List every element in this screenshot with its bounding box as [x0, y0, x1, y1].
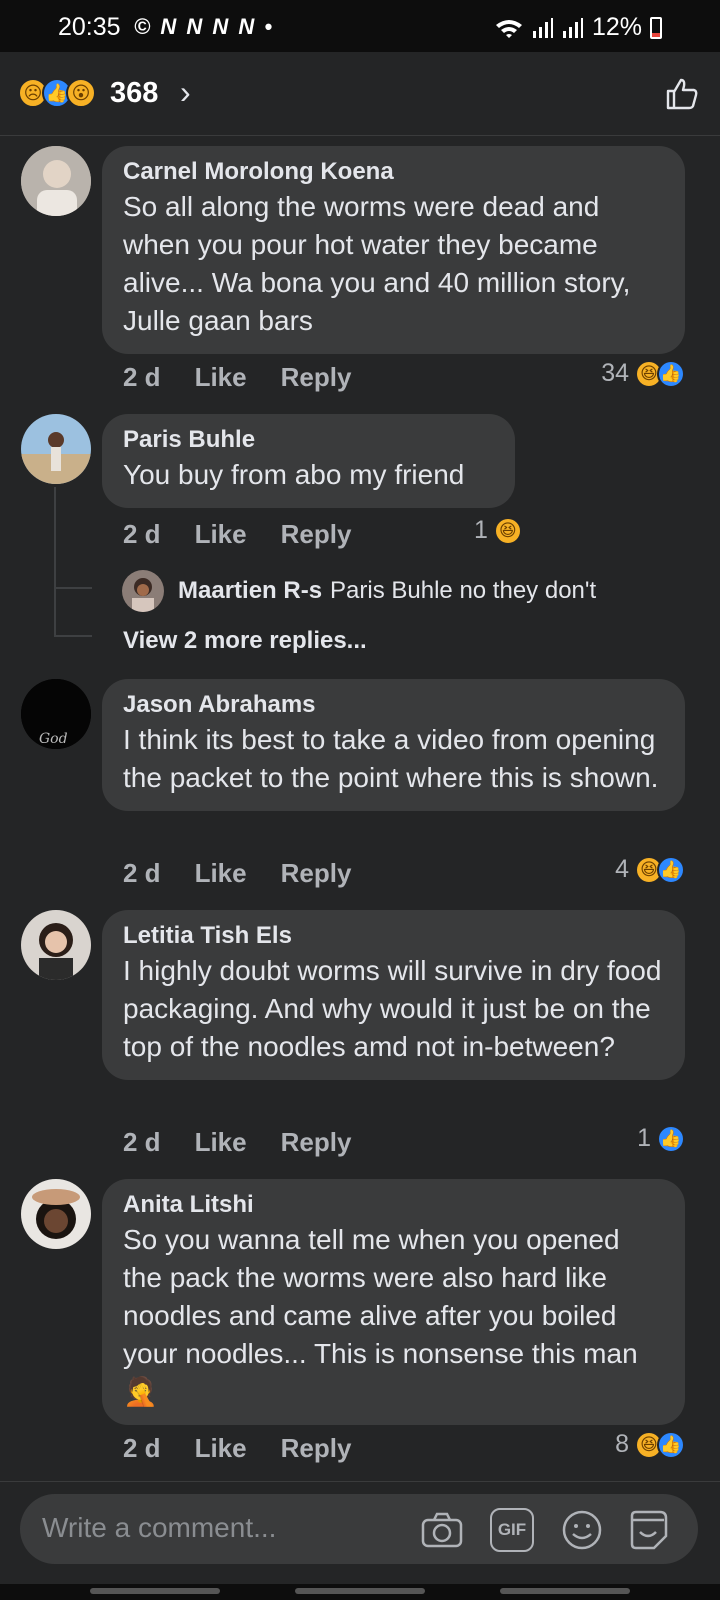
avatar[interactable]	[21, 146, 91, 216]
comment-time: 2 d	[123, 858, 161, 888]
reply-button[interactable]: Reply	[281, 362, 352, 393]
notification-icons: © N N N N •	[134, 14, 275, 39]
reaction-count[interactable]: 368	[110, 77, 158, 110]
comment-reactions[interactable]: 4 😆 👍	[615, 855, 685, 884]
view-more-replies-link[interactable]: View 2 more replies...	[123, 627, 367, 655]
reaction-summary[interactable]: ☹ 👍 😮	[18, 78, 96, 108]
reaction-count: 1	[637, 1124, 651, 1152]
comment-author[interactable]: Anita Litshi	[123, 1189, 665, 1221]
like-button[interactable]: Like	[195, 1127, 247, 1158]
system-nav-bar	[0, 1584, 720, 1600]
comment-text: I highly doubt worms will survive in dry…	[123, 955, 662, 1062]
reply-button[interactable]: Reply	[281, 1127, 352, 1158]
comment-time: 2 d	[123, 1127, 161, 1157]
comment-bubble[interactable]: Carnel Morolong Koena So all along the w…	[102, 146, 685, 354]
comment-composer: Write a comment... GIF	[0, 1481, 720, 1600]
nav-pill	[295, 1588, 425, 1594]
like-icon: 👍	[657, 1124, 685, 1153]
like-button[interactable]: Like	[195, 362, 247, 393]
reactions-header: ☹ 👍 😮 368 ›	[0, 52, 720, 136]
reply-button[interactable]: Reply	[281, 1433, 352, 1464]
battery-icon	[650, 16, 662, 39]
reply-author[interactable]: Maartien R-s	[178, 577, 322, 605]
comment-actions: 2 d Like Reply	[123, 1433, 351, 1464]
comments-feed[interactable]: Carnel Morolong Koena So all along the w…	[0, 137, 720, 1481]
comment-text: So you wanna tell me when you opened the…	[123, 1224, 638, 1407]
comment-bubble[interactable]: Paris Buhle You buy from abo my friend	[102, 414, 515, 508]
thread-branch	[54, 587, 92, 589]
chevron-right-icon[interactable]: ›	[180, 74, 191, 111]
thumbs-up-icon[interactable]	[664, 76, 700, 112]
like-icon: 👍	[657, 359, 685, 388]
camera-icon[interactable]	[420, 1508, 464, 1552]
comment-text: So all along the worms were dead and whe…	[123, 191, 631, 336]
comment-reactions[interactable]: 8 😆 👍	[615, 1430, 685, 1459]
comment-author[interactable]: Carnel Morolong Koena	[123, 156, 665, 188]
reaction-count: 8	[615, 1430, 629, 1458]
comment-actions: 2 d Like Reply	[123, 519, 351, 550]
avatar[interactable]	[122, 570, 164, 612]
emoji-icon[interactable]	[560, 1508, 604, 1552]
comment-bubble[interactable]: Anita Litshi So you wanna tell me when y…	[102, 1179, 685, 1425]
reply-preview[interactable]: Maartien R-s Paris Buhle no they don't	[122, 570, 596, 612]
comment-time: 2 d	[123, 1433, 161, 1463]
signal-icon-2	[562, 17, 583, 38]
comment-reactions[interactable]: 1 😆	[474, 516, 522, 545]
like-button[interactable]: Like	[195, 1433, 247, 1464]
avatar[interactable]	[21, 910, 91, 980]
battery-percent: 12%	[591, 13, 642, 41]
svg-text:God: God	[39, 731, 68, 747]
comment-actions: 2 d Like Reply	[123, 362, 351, 393]
thread-branch	[54, 635, 92, 637]
reply-button[interactable]: Reply	[281, 858, 352, 889]
reaction-count: 1	[474, 516, 488, 544]
comment-reactions[interactable]: 34 😆 👍	[601, 359, 685, 388]
comment-reactions[interactable]: 1 👍	[637, 1124, 685, 1153]
comment-bubble[interactable]: Letitia Tish Els I highly doubt worms wi…	[102, 910, 685, 1080]
wow-emoji-icon: 😮	[66, 78, 96, 108]
nav-pill	[90, 1588, 220, 1594]
haha-emoji-icon: 😆	[493, 516, 522, 545]
status-bar: 20:35 © N N N N • 12%	[0, 0, 720, 52]
comment-placeholder: Write a comment...	[42, 1512, 277, 1543]
comment-author[interactable]: Letitia Tish Els	[123, 920, 665, 952]
like-icon: 👍	[657, 855, 685, 884]
signal-icon	[532, 17, 553, 38]
nav-pill	[500, 1588, 630, 1594]
reaction-count: 4	[615, 855, 629, 883]
comment-time: 2 d	[123, 519, 161, 549]
like-button[interactable]: Like	[195, 519, 247, 550]
gif-icon[interactable]: GIF	[490, 1508, 534, 1552]
sticker-icon[interactable]	[626, 1508, 670, 1552]
comment-bubble[interactable]: Jason Abrahams I think its best to take …	[102, 679, 685, 811]
avatar[interactable]	[21, 1179, 91, 1249]
comment-author[interactable]: Paris Buhle	[123, 424, 495, 456]
reply-text: Paris Buhle no they don't	[330, 577, 597, 604]
status-right: 12%	[494, 13, 662, 42]
comment-input[interactable]: Write a comment... GIF	[20, 1494, 698, 1564]
comment-actions: 2 d Like Reply	[123, 1127, 351, 1158]
thread-line	[54, 487, 56, 635]
avatar[interactable]	[21, 414, 91, 484]
reaction-count: 34	[601, 359, 629, 387]
comment-text: You buy from abo my friend	[123, 459, 465, 490]
reply-button[interactable]: Reply	[281, 519, 352, 550]
comment-author[interactable]: Jason Abrahams	[123, 689, 665, 721]
wifi-icon	[495, 19, 522, 38]
gif-label: GIF	[497, 1520, 527, 1539]
comment-actions: 2 d Like Reply	[123, 858, 351, 889]
like-button[interactable]: Like	[195, 858, 247, 889]
like-icon: 👍	[657, 1430, 685, 1459]
comment-text: I think its best to take a video from op…	[123, 724, 659, 793]
avatar[interactable]: God	[21, 679, 91, 749]
comment-time: 2 d	[123, 362, 161, 392]
status-time: 20:35	[58, 13, 121, 41]
